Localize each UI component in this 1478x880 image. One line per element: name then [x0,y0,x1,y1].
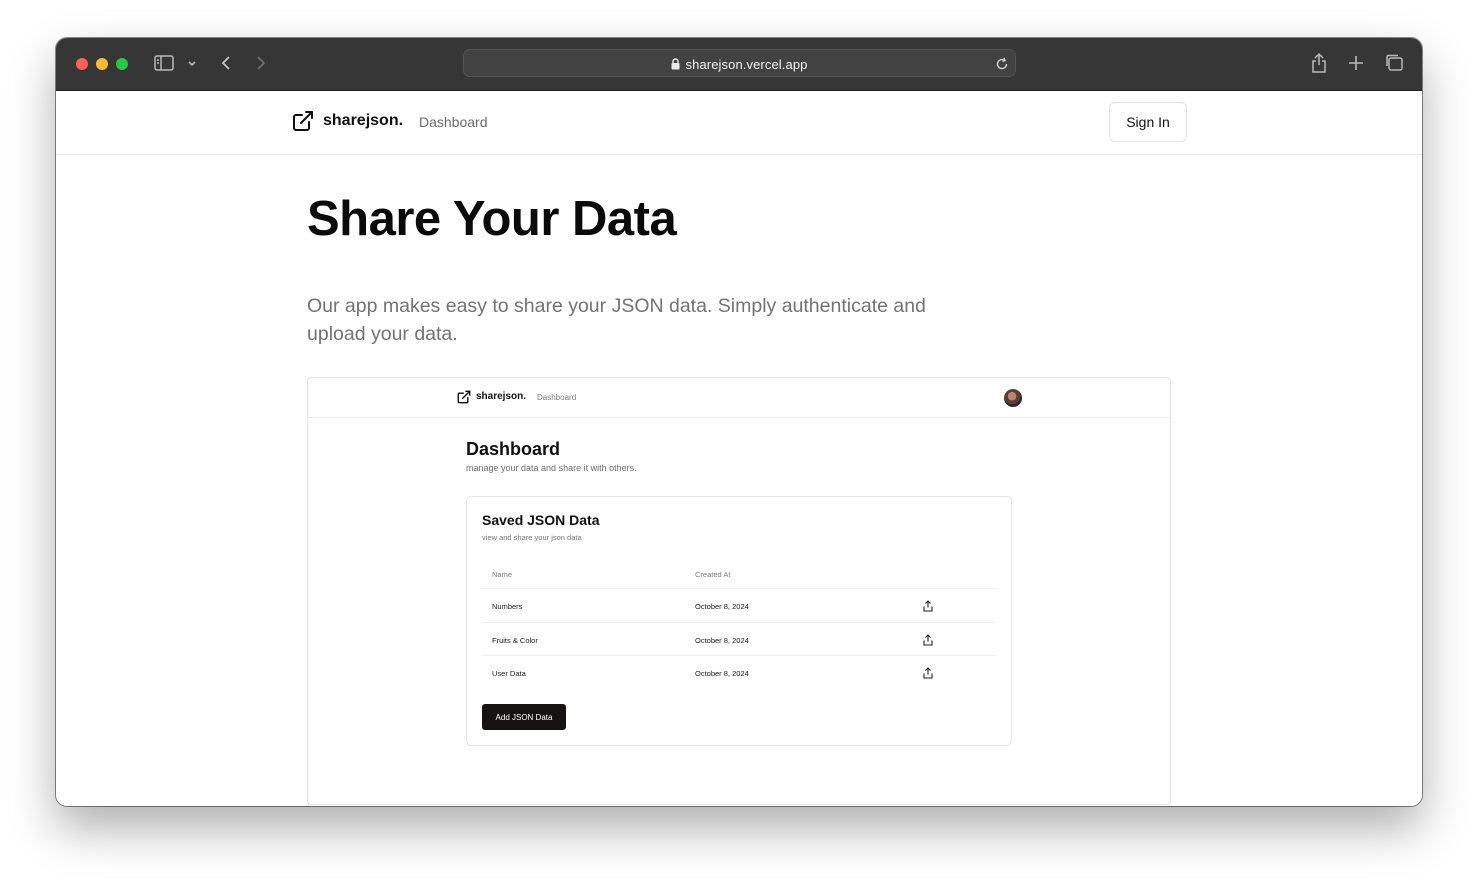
column-header-name: Name [492,570,513,579]
row-created-at: October 8, 2024 [695,636,749,645]
nav-dashboard-link[interactable]: Dashboard [419,114,488,130]
preview-nav-dashboard: Dashboard [537,393,577,402]
hero-title: Share Your Data [307,192,677,246]
close-window-button[interactable] [76,58,88,70]
tab-overview-icon[interactable] [1383,52,1405,74]
card-title: Saved JSON Data [482,512,600,528]
brand-logo-text[interactable]: sharejson. [323,112,403,130]
share-icon [923,599,933,617]
row-name: Fruits & Color [492,636,538,645]
reload-icon[interactable] [994,56,1010,77]
hero-subtitle: Our app makes easy to share your JSON da… [307,295,926,345]
saved-json-card: Saved JSON Data view and share your json… [466,496,1012,746]
row-created-at: October 8, 2024 [695,669,749,678]
share-icon [923,633,933,651]
row-name: Numbers [492,602,523,611]
external-link-icon [457,390,471,409]
share-page-icon[interactable] [1309,51,1329,75]
row-name: User Data [492,669,526,678]
address-bar[interactable]: sharejson.vercel.app [463,49,1016,77]
row-created-at: October 8, 2024 [695,602,749,611]
sidebar-toggle-icon[interactable] [153,52,175,74]
chevron-down-icon[interactable] [184,52,200,74]
browser-toolbar: sharejson.vercel.app [56,38,1422,91]
preview-page-title: Dashboard [466,439,561,459]
browser-window: sharejson.vercel.app sharejson. Dashboar… [56,38,1422,806]
share-icon [923,666,933,684]
column-header-created-at: Created At [695,570,731,579]
url-text: sharejson.vercel.app [685,57,808,72]
zoom-window-button[interactable] [116,58,128,70]
preview-header: sharejson. Dashboard [308,378,1170,418]
table-row: User Data October 8, 2024 [482,655,996,688]
table-row: Fruits & Color October 8, 2024 [482,622,996,655]
new-tab-icon[interactable] [1346,52,1366,74]
preview-brand-text: sharejson. [476,391,527,402]
preview-page-subtitle: manage your data and share it with other… [466,463,637,473]
table-row: Numbers October 8, 2024 [482,588,996,621]
site-header: sharejson. Dashboard Sign In [56,91,1422,155]
avatar [1004,389,1022,407]
external-link-icon[interactable] [292,110,314,137]
card-subtitle: view and share your json data [482,533,582,542]
sign-in-button[interactable]: Sign In [1109,102,1187,142]
dashboard-preview-image: sharejson. Dashboard Dashboard manage yo… [307,377,1171,805]
back-icon[interactable] [216,52,236,74]
minimize-window-button[interactable] [96,58,108,70]
forward-icon[interactable] [251,52,271,74]
add-json-data-button: Add JSON Data [482,704,566,730]
web-page: sharejson. Dashboard Sign In Share Your … [56,91,1422,806]
